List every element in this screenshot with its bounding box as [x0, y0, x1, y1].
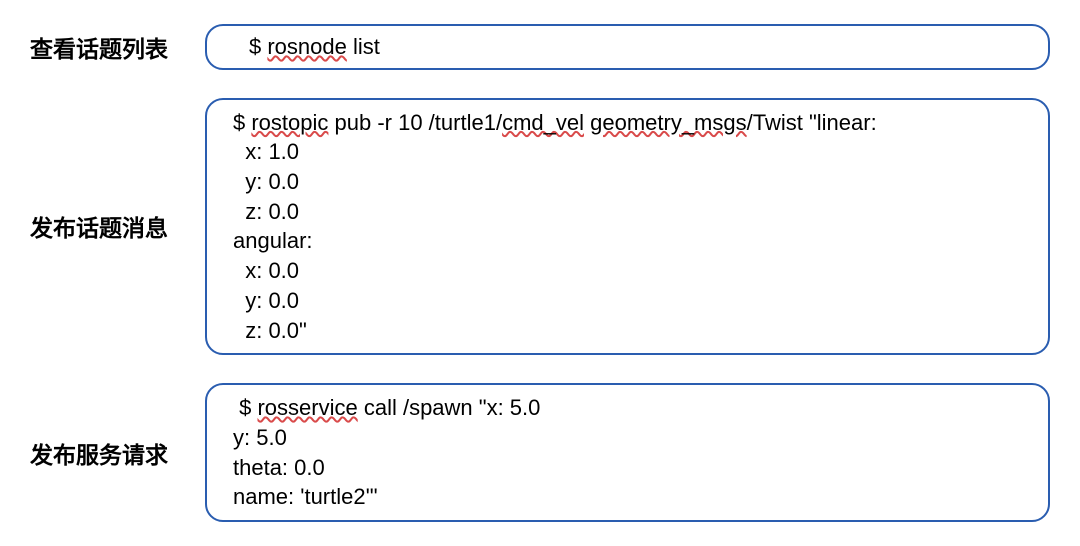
- command-box: $ rostopic pub -r 10 /turtle1/cmd_vel ge…: [205, 98, 1050, 356]
- code-text: $: [233, 395, 257, 420]
- underlined-token: rosnode: [267, 34, 347, 59]
- underlined-token: geometry_msgs: [590, 110, 747, 135]
- command-box: $ rosnode list: [205, 24, 1050, 70]
- command-row-2: 发布服务请求 $ rosservice call /spawn "x: 5.0 …: [30, 383, 1050, 522]
- underlined-token: cmd_vel: [502, 110, 584, 135]
- code-text: $: [249, 34, 267, 59]
- row-label: 发布话题消息: [30, 209, 205, 243]
- underlined-token: rosservice: [257, 395, 357, 420]
- underlined-token: rostopic: [251, 110, 328, 135]
- code-text: $: [233, 110, 251, 135]
- command-box: $ rosservice call /spawn "x: 5.0 y: 5.0 …: [205, 383, 1050, 522]
- code-text: /Twist "linear: x: 1.0 y: 0.0 z: 0.0 ang…: [233, 110, 877, 343]
- command-row-1: 发布话题消息$ rostopic pub -r 10 /turtle1/cmd_…: [30, 98, 1050, 356]
- row-label: 发布服务请求: [30, 436, 205, 470]
- row-label: 查看话题列表: [30, 30, 205, 64]
- code-text: list: [347, 34, 380, 59]
- command-row-0: 查看话题列表$ rosnode list: [30, 24, 1050, 70]
- code-text: pub -r 10 /turtle1/: [328, 110, 502, 135]
